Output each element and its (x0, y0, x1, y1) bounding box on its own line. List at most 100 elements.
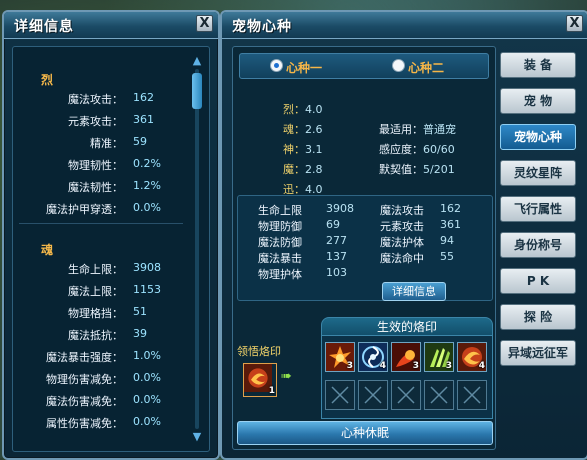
seal-level: 4 (478, 361, 485, 371)
pet-seed-window: 宠物心种 X 心种一 心种二 烈：4.0 魂：2.6 神：3.1 魔：2.8 迅… (220, 10, 587, 460)
pet-seed-content: 心种一 心种二 烈：4.0 魂：2.6 神：3.1 魔：2.8 迅：4.0 最适… (232, 46, 496, 450)
effective-seals-title: 生效的烙印 (321, 317, 493, 336)
combat-stat: 魔法命中 55 (380, 250, 454, 265)
seal-slot[interactable]: 3 (325, 342, 355, 372)
stat-label: 魔法上限： (68, 285, 123, 298)
scroll-up-arrow-icon[interactable]: ▲ (191, 55, 203, 67)
stat-row: 魔法伤害减免： 0.0% (13, 393, 183, 411)
detail-title-bar[interactable]: 详细信息 X (4, 12, 218, 39)
close-button[interactable]: X (566, 15, 583, 32)
scrollbar[interactable]: ▲ ▼ (191, 55, 203, 443)
combat-stats-box: 生命上限 3908 物理防御 69 魔法防御 277 魔法暴击 137 物理护体 103 … (237, 195, 493, 301)
tab-adventure[interactable]: 探 险 (500, 304, 576, 330)
seal-slot[interactable]: 3 (424, 342, 454, 372)
scroll-track[interactable] (195, 69, 199, 429)
stat-row: 物理格挡： 51 (13, 305, 183, 323)
combat-stat: 魔法攻击 162 (380, 202, 461, 217)
combat-stat: 魔法防御 277 (258, 234, 347, 249)
stat-label: 魔法暴击强度： (46, 351, 123, 364)
empty-slot-x-icon (430, 386, 448, 404)
seal-level: 3 (412, 361, 419, 371)
detail-info-window: 详细信息 X 烈 魔法攻击： 162 元素攻击： 361 精准： 59 物理韧性： 0.… (2, 10, 220, 460)
stat-value: 1.0% (133, 349, 161, 362)
tab-identity-title[interactable]: 身份称号 (500, 232, 576, 258)
stat-value: 0.0% (133, 415, 161, 428)
tab-pet-seed[interactable]: 宠物心种 (500, 124, 576, 150)
stat-label: 生命上限： (68, 263, 123, 276)
combat-stat: 物理防御 69 (258, 218, 340, 233)
seed-selector: 心种一 心种二 (239, 53, 489, 79)
arrow-right-icon: ➠ (281, 369, 292, 384)
seed-two-label: 心种二 (408, 61, 445, 75)
tab-pk[interactable]: P K (500, 268, 576, 294)
stat-label: 精准： (90, 137, 123, 150)
combat-stat: 元素攻击 361 (380, 218, 461, 233)
empty-slot-x-icon (364, 386, 382, 404)
empty-seal-slot[interactable] (325, 380, 355, 410)
stat-row: 魔法韧性： 1.2% (13, 179, 183, 197)
empty-slot-x-icon (397, 386, 415, 404)
empty-seal-slot[interactable] (391, 380, 421, 410)
seal-level: 4 (379, 361, 386, 371)
scroll-down-arrow-icon[interactable]: ▼ (191, 431, 203, 443)
tab-flight-attributes[interactable]: 飞行属性 (500, 196, 576, 222)
stat-value: 361 (133, 113, 154, 126)
tab-equipment[interactable]: 装 备 (500, 52, 576, 78)
stat-value: 0.0% (133, 371, 161, 384)
stat-label: 物理伤害减免： (46, 373, 123, 386)
stat-label: 物理格挡： (68, 307, 123, 320)
stat-value: 0.0% (133, 201, 161, 214)
stat-value: 162 (133, 91, 154, 104)
seal-slot[interactable]: 4 (358, 342, 388, 372)
learn-seal-slot[interactable]: 1 (243, 363, 277, 397)
attr-lie: 烈：4.0 (283, 103, 323, 116)
seed-dormant-button[interactable]: 心种休眠 (237, 421, 493, 445)
close-button[interactable]: X (196, 15, 213, 32)
empty-seal-slot[interactable] (424, 380, 454, 410)
detail-info-button[interactable]: 详细信息 (382, 282, 446, 301)
section-divider (19, 223, 183, 224)
tab-expedition[interactable]: 异域远征军 (500, 340, 576, 366)
stat-value: 39 (133, 327, 147, 340)
combat-stat: 生命上限 3908 (258, 202, 354, 217)
attr-mo: 魔：2.8 (283, 163, 323, 176)
stat-label: 属性伤害减免： (46, 417, 123, 430)
tab-spirit-array[interactable]: 灵纹星阵 (500, 160, 576, 186)
learn-seal-level: 1 (268, 386, 275, 396)
stat-label: 魔法抵抗： (68, 329, 123, 342)
stat-label: 魔法韧性： (68, 181, 123, 194)
effective-seals-grid: 3 4 3 3 4 (321, 335, 493, 419)
scroll-thumb[interactable] (192, 73, 202, 109)
info-best-for: 最适用：普通宠 (379, 123, 456, 136)
stat-value: 0.0% (133, 393, 161, 406)
seal-slot[interactable]: 3 (391, 342, 421, 372)
stat-row: 魔法抵抗： 39 (13, 327, 183, 345)
stat-row: 生命上限： 3908 (13, 261, 183, 279)
stat-label: 魔法攻击： (68, 93, 123, 106)
stat-value: 51 (133, 305, 147, 318)
combat-stat: 物理护体 103 (258, 266, 347, 281)
pet-seed-title-bar[interactable]: 宠物心种 X (222, 12, 587, 39)
stat-value: 3908 (133, 261, 161, 274)
tab-pet[interactable]: 宠 物 (500, 88, 576, 114)
empty-seal-slot[interactable] (358, 380, 388, 410)
stat-row: 物理韧性： 0.2% (13, 157, 183, 175)
stat-row: 属性伤害减免： 0.0% (13, 415, 183, 433)
stat-row: 魔法上限： 1153 (13, 283, 183, 301)
empty-slot-x-icon (463, 386, 481, 404)
learn-seal-label: 领悟烙印 (237, 345, 281, 358)
seal-level: 3 (346, 361, 353, 371)
seal-slot[interactable]: 4 (457, 342, 487, 372)
stat-value: 0.2% (133, 157, 161, 170)
attr-hun: 魂：2.6 (283, 123, 323, 136)
info-tacit: 默契值：5/201 (379, 163, 455, 176)
section-heading-lie: 烈 (41, 73, 54, 87)
pet-seed-window-title: 宠物心种 (232, 19, 292, 35)
stat-label: 物理韧性： (68, 159, 123, 172)
stat-label: 魔法伤害减免： (46, 395, 123, 408)
stat-row: 精准： 59 (13, 135, 183, 153)
stat-value: 59 (133, 135, 147, 148)
stat-label: 元素攻击： (68, 115, 123, 128)
combat-stat: 魔法暴击 137 (258, 250, 347, 265)
empty-seal-slot[interactable] (457, 380, 487, 410)
